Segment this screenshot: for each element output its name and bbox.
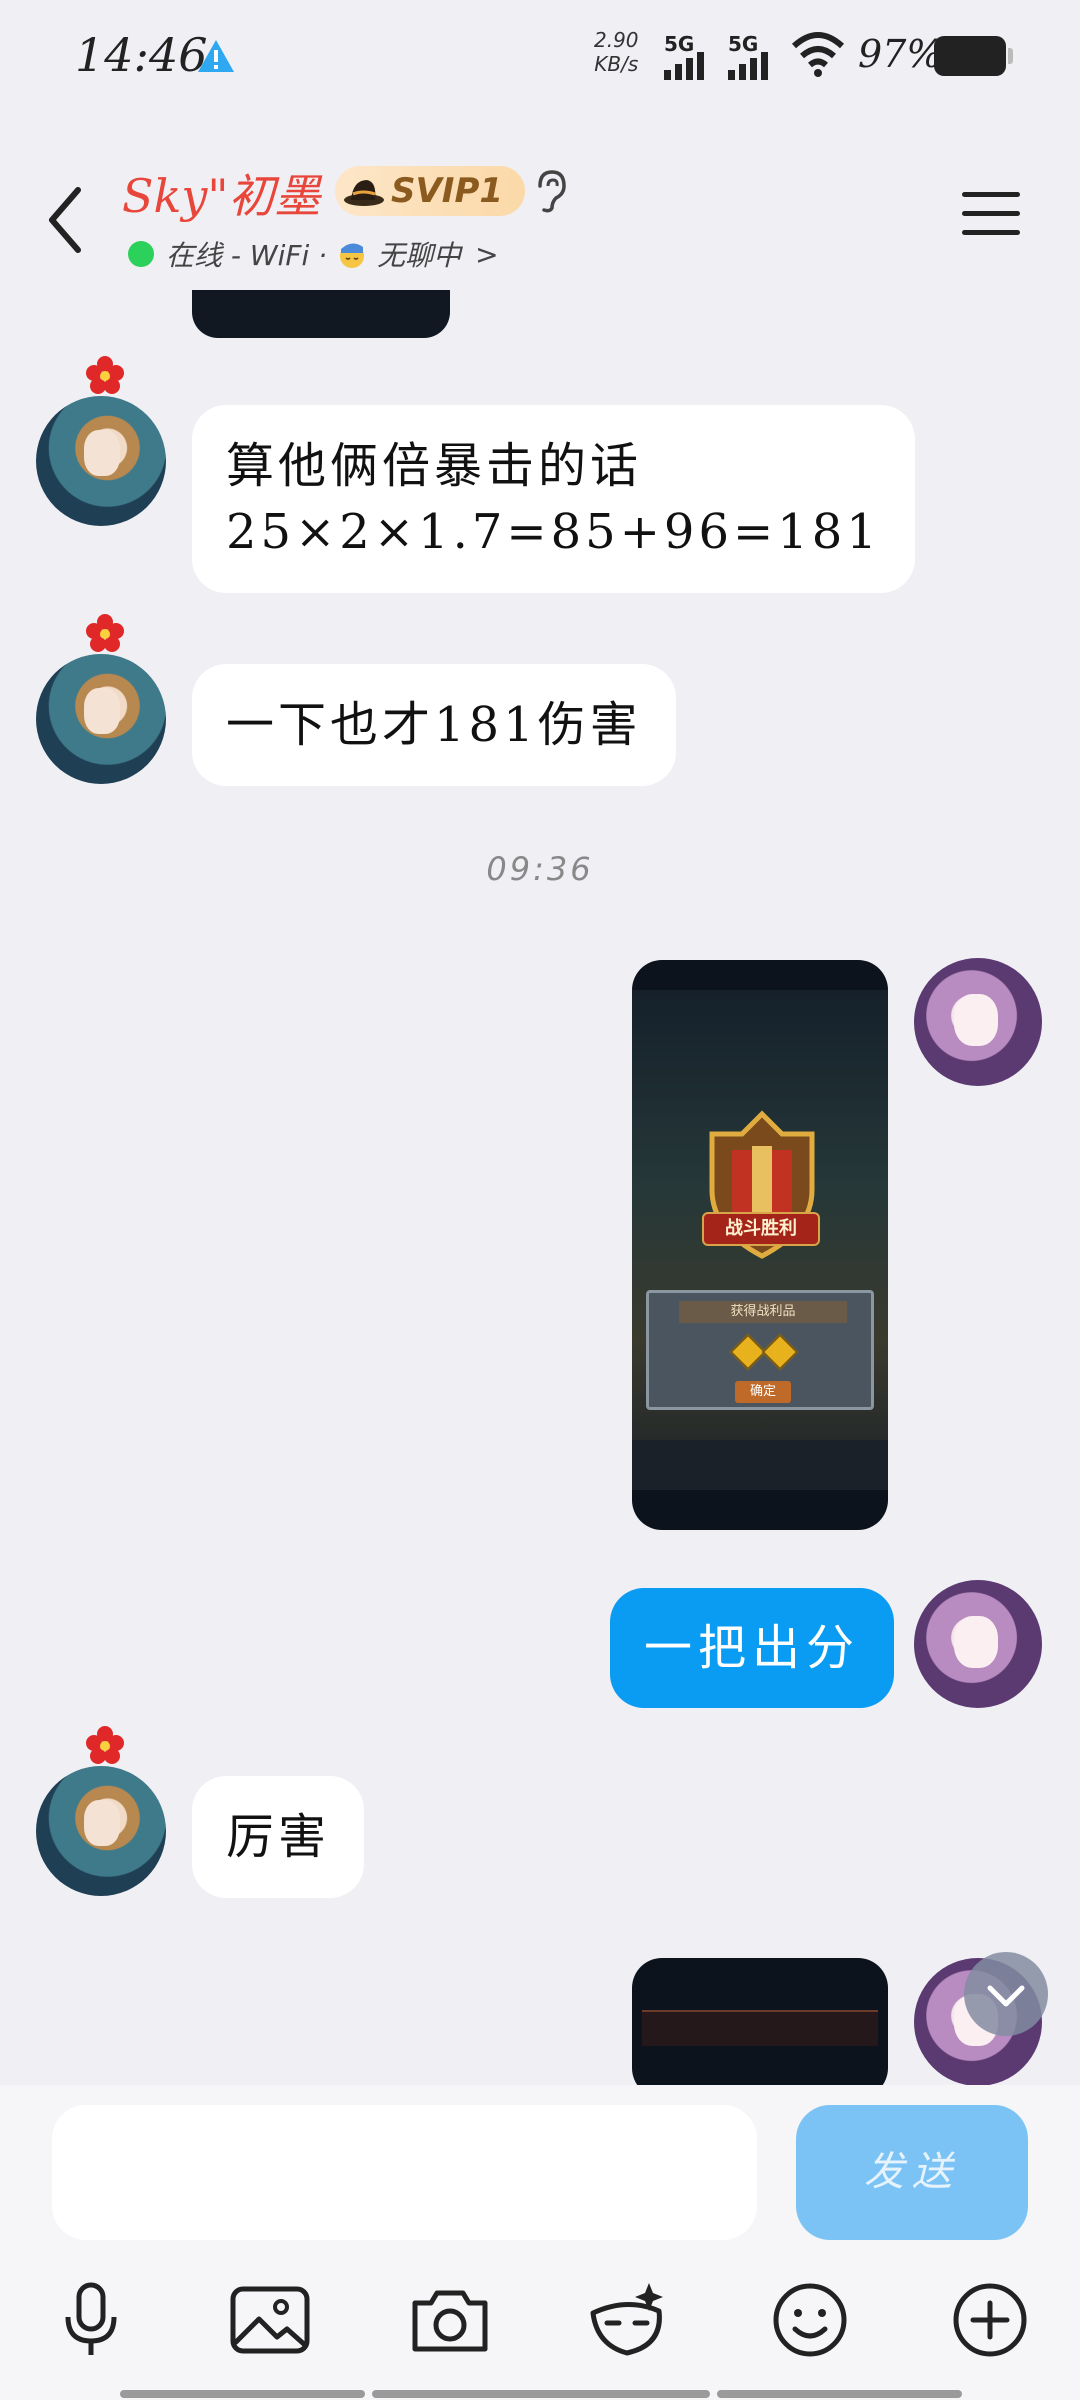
- back-icon[interactable]: [38, 180, 98, 260]
- scroll-down-icon[interactable]: [964, 1952, 1048, 2036]
- my-avatar[interactable]: [914, 1580, 1042, 1708]
- online-status: 在线 - WiFi · 无聊中 >: [128, 234, 499, 274]
- home-indicator: [372, 2390, 710, 2398]
- input-toolbar: [0, 2275, 1080, 2375]
- home-indicator: [120, 2390, 365, 2398]
- contact-avatar[interactable]: [36, 1766, 166, 1896]
- chat-header: Sky"初墨 SVIP1 在线 - WiFi · 无聊中 >: [0, 150, 1080, 290]
- flower-icon: [86, 1726, 124, 1764]
- image-message-partial[interactable]: [632, 1958, 888, 2085]
- image-message-partial[interactable]: [192, 290, 450, 338]
- status-bar: 14:46 2.90 KB/s 5G 5G 97%: [0, 0, 1080, 110]
- message-bubble[interactable]: 算他俩倍暴击的话 25×2×1.7=85+96=181: [192, 405, 915, 593]
- microphone-icon[interactable]: [46, 2275, 136, 2365]
- network-speed: 2.90 KB/s: [594, 28, 639, 76]
- ear-icon[interactable]: [530, 168, 570, 214]
- message-bubble[interactable]: 厉害: [192, 1776, 365, 1898]
- flower-icon: [86, 356, 124, 394]
- hat-icon: [344, 180, 384, 206]
- plus-icon[interactable]: [945, 2275, 1035, 2365]
- camera-icon[interactable]: [405, 2275, 495, 2365]
- sleepy-emoji-icon: [340, 243, 365, 268]
- flower-icon: [86, 614, 124, 652]
- online-dot-icon: [128, 241, 154, 267]
- svip-badge[interactable]: SVIP1: [335, 166, 526, 216]
- message-timestamp: 09:36: [486, 850, 594, 888]
- victory-banner: 战斗胜利: [702, 1212, 820, 1246]
- message-bubble[interactable]: 一下也才181伤害: [192, 664, 676, 786]
- image-icon[interactable]: [225, 2275, 315, 2365]
- emoji-icon[interactable]: [765, 2275, 855, 2365]
- wifi-icon: [791, 32, 845, 77]
- image-message[interactable]: 战斗胜利 获得战利品 确定: [632, 960, 888, 1530]
- mask-icon[interactable]: [583, 2275, 673, 2365]
- warning-icon: [198, 40, 234, 72]
- message-list[interactable]: 算他俩倍暴击的话 25×2×1.7=85+96=181 一下也才181伤害 09…: [0, 290, 1080, 2085]
- input-area: 发送: [0, 2085, 1080, 2400]
- contact-avatar[interactable]: [36, 654, 166, 784]
- home-indicator: [717, 2390, 962, 2398]
- message-input[interactable]: [52, 2105, 757, 2240]
- contact-name[interactable]: Sky"初墨: [122, 160, 321, 226]
- clock: 14:46: [75, 28, 208, 82]
- battery-icon: [934, 36, 1013, 76]
- menu-icon[interactable]: [962, 192, 1020, 242]
- signal-icon: 5G: [728, 32, 784, 80]
- contact-avatar[interactable]: [36, 396, 166, 526]
- send-button[interactable]: 发送: [796, 2105, 1028, 2240]
- message-bubble-sent[interactable]: 一把出分: [610, 1588, 895, 1708]
- reward-panel: 获得战利品 确定: [646, 1290, 874, 1410]
- battery-percent: 97%: [858, 32, 943, 76]
- my-avatar[interactable]: [914, 958, 1042, 1086]
- signal-icon: 5G: [664, 32, 720, 80]
- chevron-right-icon: >: [475, 237, 499, 271]
